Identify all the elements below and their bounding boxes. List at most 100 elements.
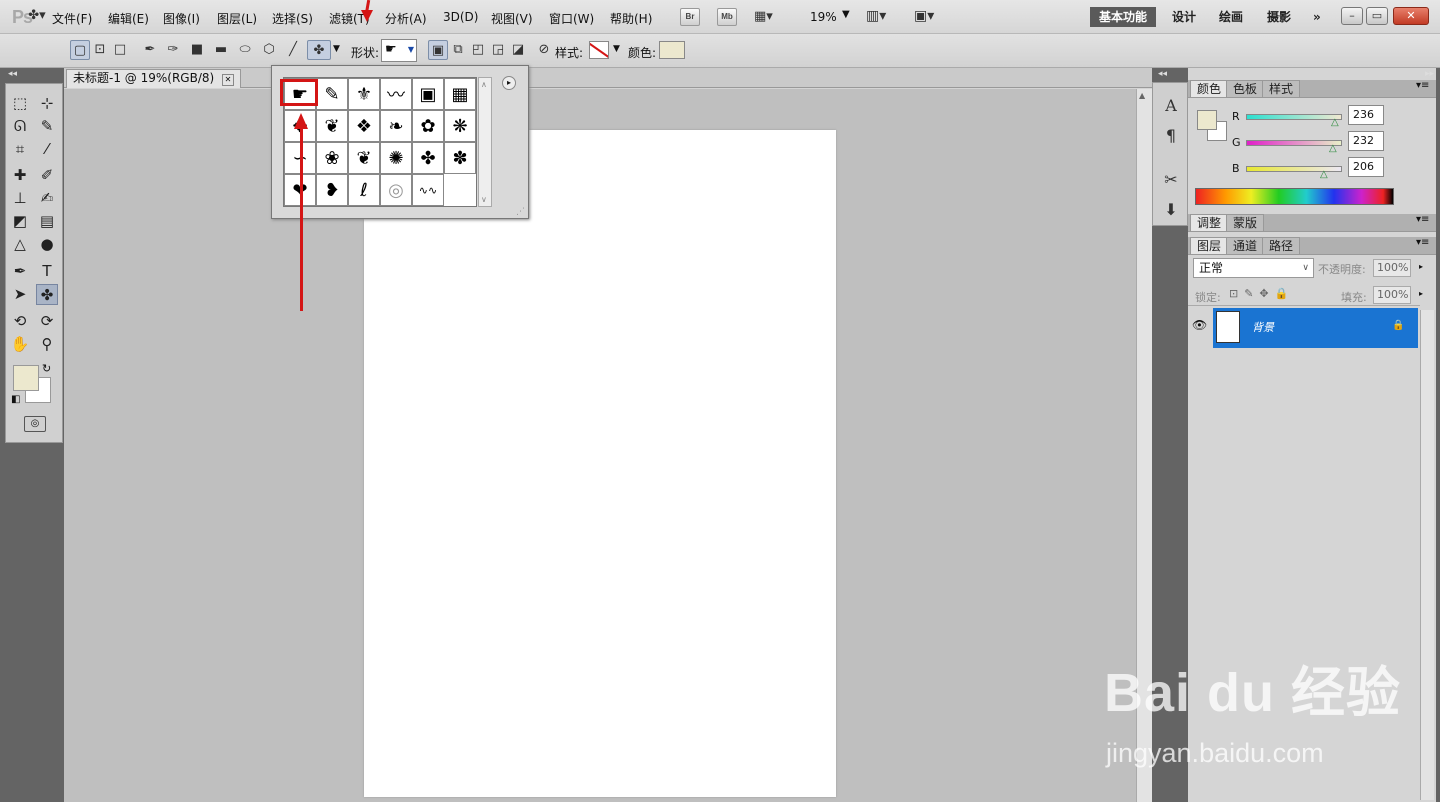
shape-item[interactable]: ✤ (412, 142, 444, 174)
shape-item[interactable]: ▣ (412, 78, 444, 110)
menu-window[interactable]: 窗口(W) (549, 10, 594, 27)
lock-icons[interactable]: ⊡✎✥🔒 (1229, 287, 1294, 300)
shape-item[interactable]: ✽ (444, 142, 476, 174)
tab-layers[interactable]: 图层 (1190, 237, 1229, 254)
link-icon[interactable]: ⊘ (534, 40, 554, 60)
move-tool-icon[interactable]: ⊹ (36, 93, 58, 114)
menu-analysis[interactable]: 分析(A) (385, 10, 427, 27)
shape-item[interactable]: ▦ (444, 78, 476, 110)
ellipse-tool-icon[interactable]: ⬭ (235, 40, 255, 60)
r-slider[interactable] (1246, 114, 1342, 120)
layers-menu-icon[interactable]: ▾≡ (1416, 237, 1429, 248)
menu-file[interactable]: 文件(F) (52, 10, 92, 27)
arrange-documents-icon[interactable]: ▥▾ (866, 8, 886, 24)
quick-select-tool-icon[interactable]: ✎ (36, 116, 58, 137)
layer-name[interactable]: 背景 (1252, 319, 1274, 335)
custom-shape-tool-icon[interactable]: ✤ (36, 284, 58, 305)
shape-picker-scrollbar[interactable]: ∧ ∨ (478, 77, 492, 207)
geometry-options-icon[interactable]: ▼ (333, 44, 340, 54)
expand-arrows-icon[interactable]: ◂◂ (1158, 69, 1167, 79)
color-swatch[interactable] (659, 41, 685, 59)
new-layer-mode-icon[interactable]: ▣ (428, 40, 448, 60)
shape-item[interactable]: ∿∿ (412, 174, 444, 206)
spot-healing-tool-icon[interactable]: ✚ (9, 165, 31, 186)
document-tab[interactable]: 未标题-1 @ 19%(RGB/8) ✕ (66, 69, 242, 88)
blur-tool-icon[interactable]: △ (9, 234, 31, 255)
opacity-field[interactable]: 100% (1373, 259, 1411, 277)
paragraph-panel-icon[interactable]: ¶ (1160, 126, 1182, 145)
menu-help[interactable]: 帮助(H) (610, 10, 652, 27)
eraser-tool-icon[interactable]: ◩ (9, 211, 31, 232)
tab-swatches[interactable]: 色板 (1226, 80, 1265, 97)
shape-item[interactable]: ❖ (348, 110, 380, 142)
marquee-tool-icon[interactable]: ⬚ (9, 93, 31, 114)
shape-item[interactable]: 〰 (380, 78, 412, 110)
restore-button[interactable]: ▭ (1366, 7, 1388, 25)
tab-adjustments[interactable]: 调整 (1190, 214, 1229, 231)
crop-tool-icon[interactable]: ⌗ (9, 139, 31, 160)
shape-item[interactable]: ◎ (380, 174, 412, 206)
default-colors-icon[interactable]: ◧ (11, 394, 20, 405)
color-spectrum[interactable] (1195, 188, 1394, 205)
adjustments-menu-icon[interactable]: ▾≡ (1416, 214, 1429, 225)
zoom-dropdown-icon[interactable]: ▼ (842, 9, 850, 20)
bridge-button[interactable]: Br (680, 8, 700, 26)
paths-icon[interactable]: ⊡ (90, 40, 110, 60)
style-swatch[interactable] (589, 41, 609, 59)
custom-shape-tool-icon[interactable]: ✤ (307, 40, 331, 60)
zoom-tool-icon[interactable]: ⚲ (36, 334, 58, 355)
tool-preset-picker[interactable]: ✤▾ (20, 6, 54, 26)
pen-tool-icon[interactable]: ✒ (9, 261, 31, 282)
r-slider-thumb-icon[interactable]: △ (1331, 117, 1339, 128)
rounded-rectangle-icon[interactable]: ▬ (211, 40, 231, 60)
layers-scrollbar[interactable] (1420, 310, 1434, 800)
shape-item[interactable]: ❧ (380, 110, 412, 142)
tab-channels[interactable]: 通道 (1226, 237, 1265, 254)
menu-select[interactable]: 选择(S) (272, 10, 313, 27)
3d-rotate-tool-icon[interactable]: ⟲ (9, 311, 31, 332)
shape-picker-menu-icon[interactable]: ▸ (502, 76, 516, 90)
shape-item[interactable]: ⚜ (348, 78, 380, 110)
workspace-painting[interactable]: 绘画 (1210, 7, 1252, 27)
workspace-design[interactable]: 设计 (1163, 7, 1205, 27)
shape-item[interactable]: ℓ (348, 174, 380, 206)
menu-image[interactable]: 图像(I) (163, 10, 200, 27)
close-button[interactable]: ✕ (1393, 7, 1429, 25)
minibridge-button[interactable]: Mb (717, 8, 737, 26)
add-to-shape-icon[interactable]: ⧉ (448, 40, 468, 60)
menu-edit[interactable]: 编辑(E) (108, 10, 149, 27)
dodge-tool-icon[interactable]: ● (36, 234, 58, 255)
brush-tool-icon[interactable]: ✐ (36, 165, 58, 186)
swap-colors-icon[interactable]: ↻ (42, 362, 51, 375)
opacity-arrow-icon[interactable]: ▸ (1419, 262, 1423, 271)
pen-tool-icon[interactable]: ✒ (140, 40, 160, 60)
workspace-essentials[interactable]: 基本功能 (1090, 7, 1157, 27)
screen-mode-icon[interactable]: ▣▾ (914, 8, 934, 24)
shape-item[interactable]: ✿ (412, 110, 444, 142)
fill-field[interactable]: 100% (1373, 286, 1411, 304)
tab-paths[interactable]: 路径 (1262, 237, 1301, 254)
g-slider-thumb-icon[interactable]: △ (1329, 143, 1337, 154)
menu-layer[interactable]: 图层(L) (217, 10, 257, 27)
eye-icon[interactable]: 👁 (1192, 318, 1207, 332)
tool-presets-icon[interactable]: ✂ (1160, 170, 1182, 189)
clone-source-icon[interactable]: ⬇ (1160, 200, 1182, 219)
clone-stamp-tool-icon[interactable]: ⊥ (9, 188, 31, 209)
shape-item[interactable]: ✺ (380, 142, 412, 174)
line-tool-icon[interactable]: ╱ (283, 40, 303, 60)
tab-close-icon[interactable]: ✕ (222, 74, 235, 86)
shape-item[interactable]: ✎ (316, 78, 348, 110)
fill-pixels-icon[interactable]: □ (110, 40, 130, 60)
shape-layers-icon[interactable]: ▢ (70, 40, 90, 60)
subtract-shape-icon[interactable]: ◰ (468, 40, 488, 60)
zoom-level[interactable]: 19% (810, 10, 837, 24)
style-dropdown-icon[interactable]: ▼ (613, 44, 620, 54)
workspace-more-button[interactable]: » (1304, 7, 1330, 27)
hand-tool-icon[interactable]: ✋ (9, 334, 31, 355)
collapse-panels-icon[interactable]: ▸▸ (1425, 69, 1434, 79)
exclude-shape-icon[interactable]: ◪ (508, 40, 528, 60)
shape-item[interactable]: ❥ (316, 174, 348, 206)
shape-item[interactable]: ❀ (316, 142, 348, 174)
polygon-tool-icon[interactable]: ⬡ (259, 40, 279, 60)
3d-orbit-tool-icon[interactable]: ⟳ (36, 311, 58, 332)
